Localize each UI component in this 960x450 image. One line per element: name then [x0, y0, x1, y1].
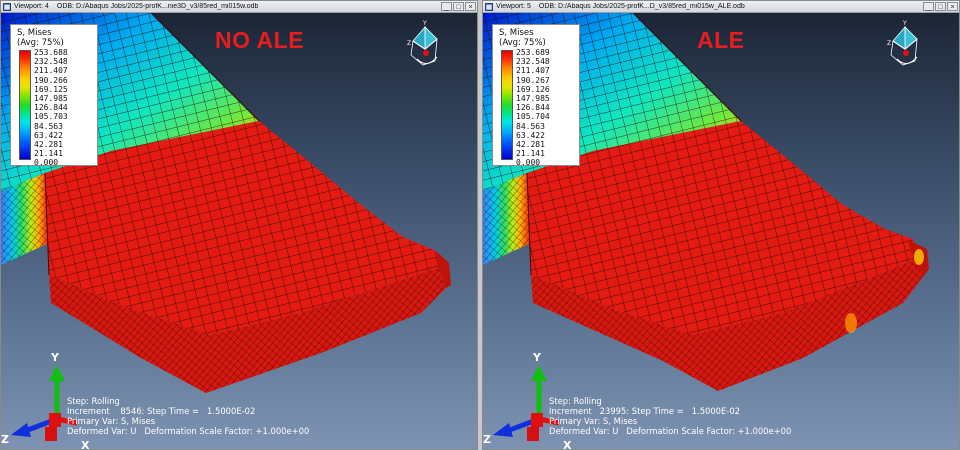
legend-value: 253.688	[34, 48, 68, 57]
legend-value: 42.281	[516, 140, 545, 150]
legend-value: 190.266	[34, 75, 68, 85]
triad-small-y: Y	[902, 20, 907, 27]
maximize-icon[interactable]: □	[935, 2, 946, 11]
triad-small-z: Z	[407, 40, 411, 47]
increment-info: Increment 8546: Step Time = 1.5000E-02	[67, 406, 256, 416]
model-canvas[interactable]: S, Mises (Avg: 75%) 253.688 232.548 211.…	[1, 13, 477, 449]
legend-value: 84.563	[34, 121, 63, 131]
viewport-no-ale[interactable]: Viewport: 4 ODB: D:/Abaqus Jobs/2025-pro…	[0, 0, 478, 450]
legend-value: 84.563	[516, 121, 545, 131]
legend-title: S, Mises	[17, 28, 52, 38]
minimize-icon[interactable]: _	[441, 2, 452, 11]
abaqus-viewer: Viewport: 4 ODB: D:/Abaqus Jobs/2025-pro…	[0, 0, 960, 450]
legend-value: 42.281	[34, 140, 63, 150]
legend-value: 0.000	[34, 158, 59, 168]
stress-legend: S, Mises (Avg: 75%) 253.689 232.548 211.…	[492, 24, 580, 168]
increment-info: Increment 23995: Step Time = 1.5000E-02	[549, 406, 740, 416]
legend-value: 232.548	[34, 57, 68, 67]
step-info: Step: Rolling Increment 8546: Step Time …	[67, 396, 309, 436]
view-triad-icon[interactable]: Y Z	[885, 19, 925, 71]
legend-values: 253.689 232.548 211.407 190.267 169.126 …	[516, 48, 550, 168]
axis-z-label: Z	[1, 433, 9, 446]
legend-value: 105.703	[34, 112, 68, 122]
legend-value: 63.422	[516, 130, 545, 140]
minimize-icon[interactable]: _	[923, 2, 934, 11]
legend-value: 126.844	[516, 103, 550, 113]
step-name: Step: Rolling	[549, 396, 602, 406]
legend-value: 105.704	[516, 112, 550, 122]
axis-y-label: Y	[532, 351, 542, 364]
triad-small-y: Y	[422, 20, 427, 27]
legend-values: 253.688 232.548 211.407 190.266 169.125 …	[34, 48, 68, 168]
viewport-titlebar[interactable]: Viewport: 5 ODB: D:/Abaqus Jobs/2025-pro…	[483, 1, 959, 13]
view-triad-icon[interactable]: Y Z	[405, 19, 445, 71]
viewport-ale[interactable]: Viewport: 5 ODB: D:/Abaqus Jobs/2025-pro…	[482, 0, 960, 450]
legend-value: 190.267	[516, 75, 550, 85]
legend-value: 21.141	[516, 149, 545, 159]
legend-value: 126.844	[34, 103, 68, 113]
axis-x-label: X	[81, 439, 90, 449]
legend-value: 169.126	[516, 84, 550, 94]
legend-value: 169.125	[34, 84, 68, 94]
legend-value: 232.548	[516, 57, 550, 67]
step-name: Step: Rolling	[67, 396, 120, 406]
odb-path: ODB: D:/Abaqus Jobs/2025-profK...D_v3/85…	[538, 3, 745, 10]
stress-legend: S, Mises (Avg: 75%) 253.688 232.548 211.…	[10, 24, 98, 168]
comparison-label: ALE	[697, 27, 745, 53]
legend-averaging: (Avg: 75%)	[499, 38, 546, 48]
legend-averaging: (Avg: 75%)	[17, 38, 64, 48]
step-info: Step: Rolling Increment 23995: Step Time…	[549, 396, 791, 436]
viewport-title: Viewport: 5	[496, 3, 531, 10]
legend-value: 211.407	[516, 66, 550, 76]
maximize-icon[interactable]: □	[453, 2, 464, 11]
triad-small-z: Z	[887, 40, 891, 47]
viewport-titlebar[interactable]: Viewport: 4 ODB: D:/Abaqus Jobs/2025-pro…	[1, 1, 477, 13]
legend-value: 63.422	[34, 130, 63, 140]
axis-x-label: X	[563, 439, 572, 449]
primary-var: Primary Var: S, Mises	[549, 416, 638, 426]
legend-value: 253.689	[516, 48, 550, 57]
deformed-var: Deformed Var: U Deformation Scale Factor…	[549, 426, 792, 436]
odb-path: ODB: D:/Abaqus Jobs/2025-profK...nie3D_v…	[56, 3, 259, 10]
legend-color-scale	[501, 50, 513, 160]
legend-value: 147.985	[34, 94, 68, 104]
legend-value: 0.000	[516, 158, 541, 168]
comparison-label: NO ALE	[215, 27, 305, 53]
model-canvas[interactable]: S, Mises (Avg: 75%) 253.689 232.548 211.…	[483, 13, 959, 449]
legend-value: 211.407	[34, 66, 68, 76]
viewport-icon	[485, 2, 493, 11]
close-icon[interactable]: ×	[465, 2, 476, 11]
axis-z-label: Z	[483, 433, 491, 446]
primary-var: Primary Var: S, Mises	[67, 416, 156, 426]
deformed-var: Deformed Var: U Deformation Scale Factor…	[67, 426, 310, 436]
viewport-icon	[3, 2, 11, 11]
legend-value: 21.141	[34, 149, 63, 159]
close-icon[interactable]: ×	[947, 2, 958, 11]
legend-color-scale	[19, 50, 31, 160]
legend-title: S, Mises	[499, 28, 534, 38]
viewport-title: Viewport: 4	[14, 3, 49, 10]
legend-value: 147.985	[516, 94, 550, 104]
axis-y-label: Y	[50, 351, 60, 364]
